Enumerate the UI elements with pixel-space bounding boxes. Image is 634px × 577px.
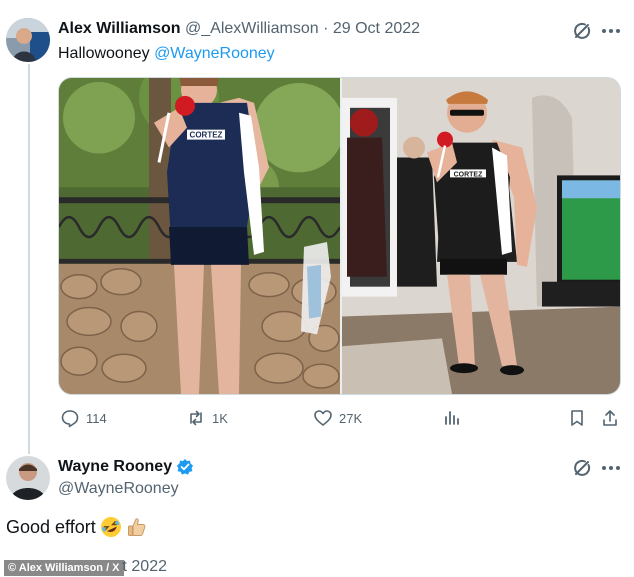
heart-icon bbox=[314, 410, 332, 426]
share-button[interactable] bbox=[600, 408, 620, 428]
tweet1-text: Hallowooney @WayneRooney bbox=[58, 45, 275, 63]
like-button[interactable]: 27K bbox=[313, 408, 362, 428]
tweet1-actions: 114 1K 27K bbox=[58, 408, 621, 432]
tweet1-author-handle[interactable]: @_AlexWilliamson bbox=[185, 20, 319, 37]
rolling-laughing-emoji-icon bbox=[100, 517, 121, 537]
tweet2-text: Good effort bbox=[6, 516, 148, 538]
left-photo-shirt-text: CORTEZ bbox=[190, 131, 223, 140]
tweet1-separator: · bbox=[323, 20, 329, 37]
tweet2-date-visible: t 2022 bbox=[122, 558, 167, 575]
views-button[interactable] bbox=[442, 408, 462, 428]
tweet2-author-handle[interactable]: @WayneRooney bbox=[58, 480, 179, 498]
more-options-icon-2[interactable] bbox=[600, 458, 622, 478]
tweet1-media[interactable]: CORTEZ CORTEZ bbox=[58, 77, 621, 395]
rooney-avatar[interactable] bbox=[6, 456, 50, 500]
tweet1-date[interactable]: 29 Oct 2022 bbox=[333, 20, 420, 37]
bookmark-button[interactable] bbox=[567, 408, 587, 428]
tweet2-author-name[interactable]: Wayne Rooney bbox=[58, 458, 172, 476]
repost-count: 1K bbox=[212, 410, 228, 426]
like-count: 27K bbox=[339, 410, 363, 426]
tweet1-body: Hallowooney bbox=[58, 45, 150, 62]
verified-badge-icon bbox=[177, 459, 194, 475]
tweet1-author-name[interactable]: Alex Williamson bbox=[58, 20, 181, 37]
photo-right[interactable]: CORTEZ bbox=[342, 78, 620, 394]
alex-avatar[interactable] bbox=[6, 18, 50, 62]
more-options-icon[interactable] bbox=[600, 21, 622, 41]
reply-count: 114 bbox=[86, 410, 107, 426]
tweet1-mention-link[interactable]: @WayneRooney bbox=[154, 45, 275, 62]
share-icon bbox=[603, 410, 617, 426]
tweet1-header: Alex Williamson @_AlexWilliamson · 29 Oc… bbox=[58, 20, 420, 38]
grok-icon-2[interactable] bbox=[572, 458, 592, 478]
bookmark-icon bbox=[571, 410, 583, 426]
right-photo-shirt-text: CORTEZ bbox=[454, 171, 483, 178]
repost-button[interactable]: 1K bbox=[186, 408, 228, 428]
tweet2-body: Good effort bbox=[6, 516, 96, 537]
reply-button[interactable]: 114 bbox=[60, 408, 107, 428]
photo-credit: © Alex Williamson / X bbox=[4, 560, 124, 576]
grok-icon[interactable] bbox=[572, 21, 592, 41]
thread-line bbox=[28, 64, 30, 454]
thumbs-up-emoji-icon bbox=[127, 518, 146, 536]
views-icon bbox=[445, 411, 459, 425]
reply-icon bbox=[61, 410, 79, 428]
tweet2-author[interactable]: Wayne Rooney bbox=[58, 458, 194, 476]
photo-left[interactable]: CORTEZ bbox=[59, 78, 340, 394]
repost-icon bbox=[190, 410, 202, 426]
